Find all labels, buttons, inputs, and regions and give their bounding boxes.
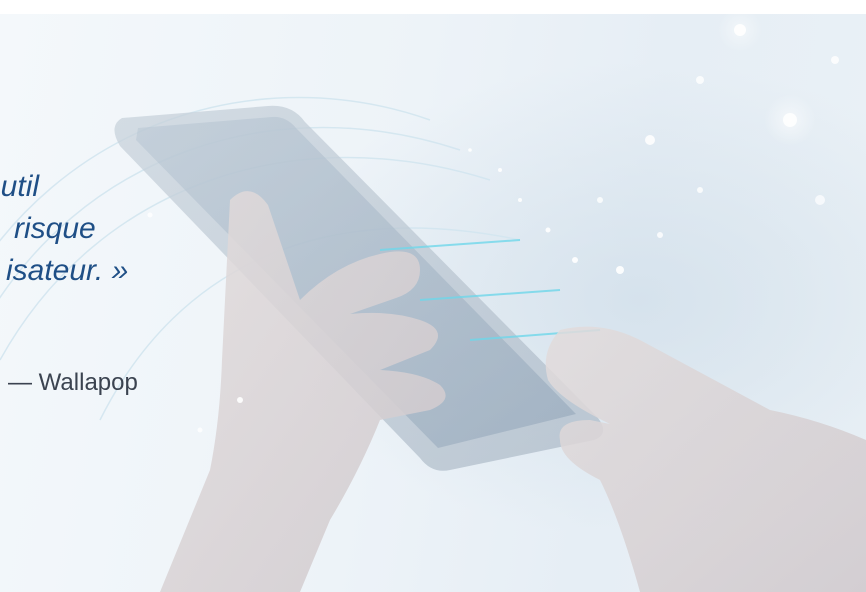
hands-smartphone-illustration <box>0 8 866 592</box>
quote-line-3: isateur. » <box>6 254 129 287</box>
quote-line-2: risque <box>14 212 96 245</box>
quote-line-1: outil <box>0 170 40 203</box>
quote-author: — Wallapop <box>8 369 138 396</box>
testimonial-banner: outil risque isateur. » — Wallapop <box>0 0 866 592</box>
testimonial-quote: outil risque isateur. » <box>0 166 128 292</box>
